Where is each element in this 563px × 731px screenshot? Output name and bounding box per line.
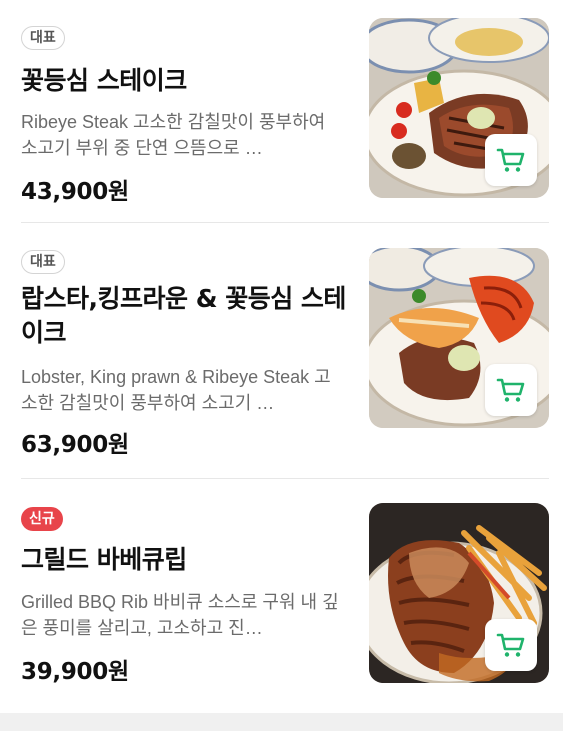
- menu-item-description: Lobster, King prawn & Ribeye Steak 고소한 감…: [21, 367, 331, 413]
- menu-item-price: 39,900원: [21, 659, 129, 685]
- badge-representative: 대표: [21, 250, 65, 274]
- menu-item-name: 꽃등심 스테이크: [21, 66, 187, 95]
- badge-representative: 대표: [21, 26, 65, 50]
- menu-item-ribeye-steak[interactable]: 대표 꽃등심 스테이크 Ribeye Steak 고소한 감칠맛이 풍부하여 소…: [0, 18, 563, 205]
- menu-item-image[interactable]: [369, 248, 549, 428]
- menu-item-name: 랍스타,킹프라운 & 꽃등심 스테이크: [21, 284, 346, 347]
- badge-new: 신규: [21, 507, 63, 531]
- menu-item-description: Grilled BBQ Rib 바비큐 소스로 구워 내 깊은 풍미를 살리고,…: [21, 592, 339, 638]
- menu-item-bbq-rib[interactable]: 신규 그릴드 바베큐립 Grilled BBQ Rib 바비큐 소스로 구워 내…: [0, 503, 563, 685]
- menu-item-image[interactable]: [369, 18, 549, 198]
- add-to-cart-button[interactable]: [485, 619, 537, 671]
- add-to-cart-button[interactable]: [485, 364, 537, 416]
- menu-item-image[interactable]: [369, 503, 549, 683]
- menu-item-price: 63,900원: [21, 432, 129, 458]
- add-to-cart-button[interactable]: [485, 134, 537, 186]
- cart-icon: [496, 633, 525, 657]
- menu-item-lobster-prawn-steak[interactable]: 대표 랍스타,킹프라운 & 꽃등심 스테이크 Lobster, King pra…: [0, 248, 563, 458]
- menu-item-description: Ribeye Steak 고소한 감칠맛이 풍부하여 소고기 부위 중 단연 으…: [21, 112, 326, 158]
- section-separator: [0, 713, 563, 731]
- cart-icon: [496, 378, 525, 402]
- divider: [21, 478, 549, 479]
- menu-item-name: 그릴드 바베큐립: [21, 545, 187, 574]
- menu-item-price: 43,900원: [21, 179, 129, 205]
- cart-icon: [496, 148, 525, 172]
- divider: [21, 222, 549, 223]
